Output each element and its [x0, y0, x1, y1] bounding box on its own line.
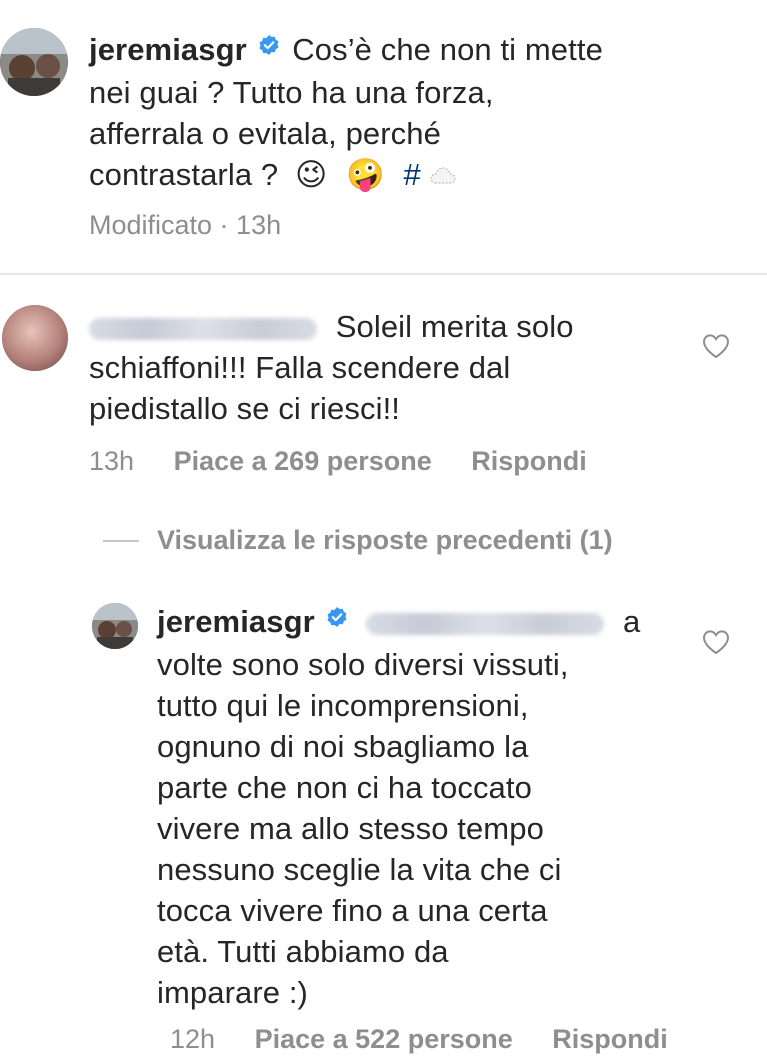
reply-line-3: ognuno di noi sbagliamo la: [157, 729, 529, 765]
comment-avatar[interactable]: [2, 305, 68, 371]
comment-meta: 13h Piace a 269 persone Rispondi: [89, 446, 587, 477]
reply-line-5: vivere ma allo stesso tempo: [157, 811, 544, 847]
reply-line-1: volte sono solo diversi vissuti,: [157, 647, 569, 683]
caption-username[interactable]: jeremiasgr: [89, 32, 247, 67]
comment-time: 13h: [89, 446, 135, 476]
replies-line: [103, 540, 139, 542]
caption-line-2: nei guai ? Tutto ha una forza,: [89, 75, 494, 111]
reply-line-9: imparare :): [157, 975, 308, 1011]
view-previous-replies-button[interactable]: Visualizza le risposte precedenti (1): [157, 525, 613, 556]
reply-mention-blurred[interactable]: [366, 612, 605, 635]
reply-line-7: tocca vivere fino a una certa: [157, 893, 548, 929]
cloud-icon: [421, 157, 456, 192]
reply-line-2: tutto qui le incomprensioni,: [157, 688, 529, 724]
reply-time: 12h: [170, 1024, 216, 1054]
reply-text: jeremiasgr a volte sono solo diversi vis…: [157, 601, 697, 1013]
verified-badge-icon: [324, 603, 352, 644]
comment-line-2: schiaffoni!!! Falla scendere dal: [89, 350, 511, 385]
reply-meta: 12h Piace a 522 persone Rispondi: [170, 1024, 668, 1055]
caption-line-3: afferrala o evitala, perché: [89, 116, 441, 152]
wink-emoji: 😉: [294, 157, 328, 193]
reply-reply-button[interactable]: Rispondi: [552, 1024, 668, 1054]
zany-emoji: 🤪: [346, 157, 385, 193]
reply-line-8: età. Tutti abbiamo da: [157, 934, 449, 970]
comment-line-1: Soleil merita solo: [335, 309, 574, 344]
comment-like-heart-icon[interactable]: [702, 333, 730, 364]
caption-line-4: contrastarla ?: [89, 157, 279, 193]
reply-avatar[interactable]: [92, 603, 138, 649]
section-divider: [0, 273, 767, 275]
reply-line-4: parte che non ci ha toccato: [157, 770, 532, 806]
reply-line-0: a: [622, 604, 641, 639]
caption-avatar[interactable]: [0, 28, 68, 96]
caption-meta: Modificato · 13h: [89, 210, 282, 240]
comment-username-blurred[interactable]: [89, 317, 317, 340]
caption-text: jeremiasgr Cos’è che non ti mette nei gu…: [89, 29, 749, 195]
caption-line-1: Cos’è che non ti mette: [292, 32, 603, 67]
reply-likes-count[interactable]: Piace a 522 persone: [255, 1024, 513, 1054]
reply-username[interactable]: jeremiasgr: [157, 604, 315, 639]
hashtag-prefix: #: [403, 157, 421, 193]
reply-line-6: nessuno sceglie la vita che ci: [157, 852, 562, 888]
hashtag[interactable]: #: [404, 157, 456, 192]
comment-reply-button[interactable]: Rispondi: [471, 446, 587, 476]
comment-likes-count[interactable]: Piace a 269 persone: [174, 446, 432, 476]
reply-like-heart-icon[interactable]: [702, 629, 730, 660]
comment-text: Soleil merita solo schiaffoni!!! Falla s…: [89, 306, 709, 429]
verified-badge-icon: [256, 31, 284, 72]
comment-line-3: piedistallo se ci riesci!!: [89, 391, 400, 426]
